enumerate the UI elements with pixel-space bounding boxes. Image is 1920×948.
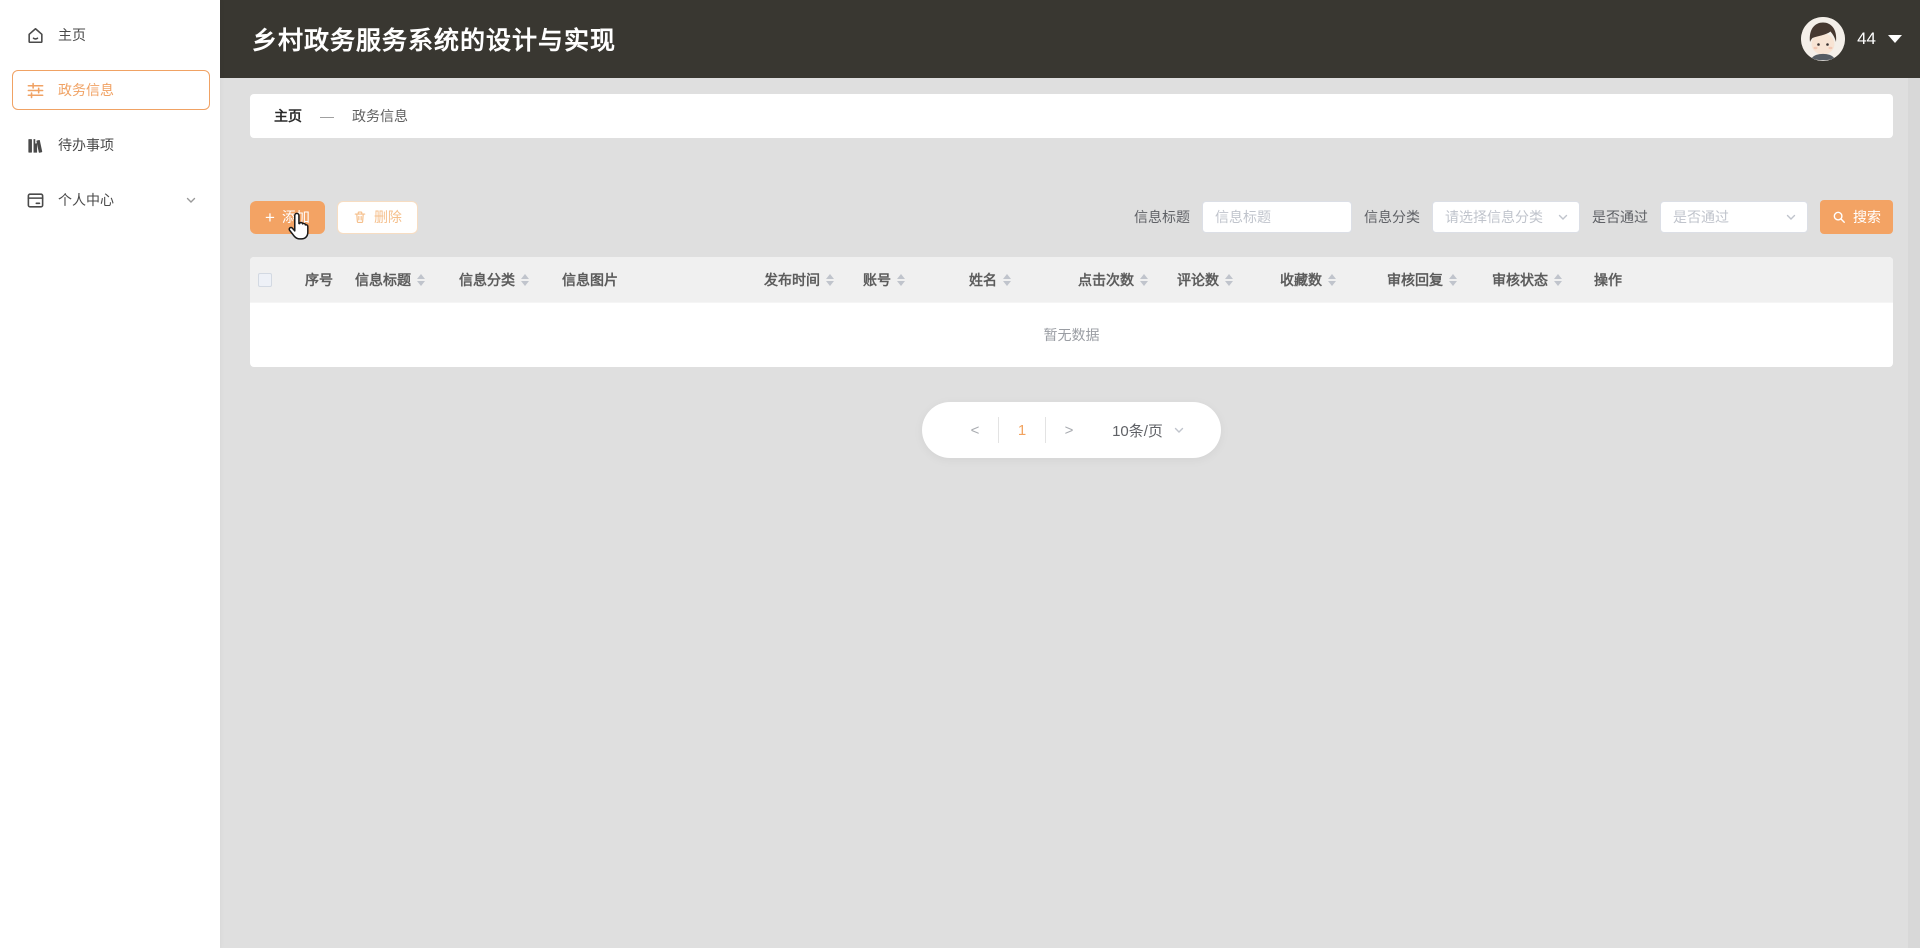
- sort-caret-icon[interactable]: [1225, 270, 1233, 290]
- prev-page-button[interactable]: <: [958, 422, 992, 439]
- title-filter-label: 信息标题: [1134, 209, 1190, 225]
- column-header-8[interactable]: 点击次数: [1078, 270, 1177, 290]
- main-content: 主页 — 政务信息 + 添加 删除 信息标题 信息标题 信息分类 请选择信息分类…: [220, 78, 1920, 948]
- sidebar-item-label: 待办事项: [58, 137, 114, 153]
- chevron-down-icon: [1558, 214, 1568, 220]
- column-label: 评论数: [1177, 271, 1219, 288]
- column-label: 发布时间: [764, 271, 820, 288]
- scrollbar-track[interactable]: [1908, 78, 1920, 948]
- app-header: 乡村政务服务系统的设计与实现 44: [220, 0, 1920, 78]
- column-header-4: 信息图片: [562, 270, 764, 290]
- column-label: 信息分类: [459, 271, 515, 288]
- sort-caret-icon[interactable]: [417, 270, 425, 290]
- sort-caret-icon[interactable]: [521, 270, 529, 290]
- column-header-10[interactable]: 收藏数: [1280, 270, 1387, 290]
- breadcrumb: 主页 — 政务信息: [250, 94, 1893, 138]
- pass-filter-label: 是否通过: [1592, 209, 1648, 225]
- avatar[interactable]: [1801, 17, 1846, 61]
- sliders-icon: [25, 80, 45, 100]
- column-header-11[interactable]: 审核回复: [1387, 270, 1492, 290]
- plus-icon: +: [265, 207, 275, 227]
- sidebar: 主页 政务信息 待办事项 个人中心: [0, 0, 220, 948]
- empty-state: 暂无数据: [250, 302, 1893, 367]
- category-filter-select[interactable]: 请选择信息分类: [1432, 201, 1580, 233]
- delete-button[interactable]: 删除: [336, 200, 418, 234]
- select-all-cell: [250, 272, 305, 287]
- chevron-down-icon: [1174, 427, 1184, 433]
- username: 44: [1857, 29, 1876, 48]
- column-label: 收藏数: [1280, 271, 1322, 288]
- breadcrumb-home[interactable]: 主页: [274, 106, 302, 126]
- search-button[interactable]: 搜索: [1820, 200, 1893, 234]
- chevron-down-icon: [185, 194, 197, 206]
- column-header-7[interactable]: 姓名: [969, 270, 1078, 290]
- breadcrumb-separator: —: [320, 108, 334, 124]
- sidebar-item-label: 个人中心: [58, 192, 114, 208]
- category-filter-label: 信息分类: [1364, 209, 1420, 225]
- column-header-3[interactable]: 信息分类: [459, 270, 562, 290]
- book-icon: [25, 135, 45, 155]
- column-header-1: 序号: [305, 270, 355, 290]
- column-label: 审核状态: [1492, 271, 1548, 288]
- user-menu[interactable]: 44: [1801, 17, 1902, 61]
- column-header-12[interactable]: 审核状态: [1492, 270, 1594, 290]
- home-icon: [25, 25, 45, 45]
- pagination-pill: < 1 > 10条/页: [922, 402, 1221, 458]
- sort-caret-icon[interactable]: [1449, 270, 1457, 290]
- sidebar-item-home[interactable]: 主页: [12, 15, 210, 55]
- data-table: 序号 信息标题 信息分类 信息图片 发布时间 账号 姓名 点击次数 评论数 收藏数 审核回复 审核状态…: [250, 257, 1893, 367]
- column-label: 信息标题: [355, 271, 411, 288]
- column-header-2[interactable]: 信息标题: [355, 270, 459, 290]
- pagination-divider: [998, 417, 1000, 443]
- sort-caret-icon[interactable]: [897, 270, 905, 290]
- delete-button-label: 删除: [373, 209, 402, 225]
- column-header-5[interactable]: 发布时间: [764, 270, 863, 290]
- search-button-label: 搜索: [1853, 209, 1881, 225]
- column-header-9[interactable]: 评论数: [1177, 270, 1280, 290]
- sort-caret-icon[interactable]: [1140, 270, 1148, 290]
- column-label: 序号: [305, 271, 333, 288]
- pass-filter-select[interactable]: 是否通过: [1660, 201, 1808, 233]
- category-select-placeholder: 请选择信息分类: [1445, 209, 1543, 225]
- pagination-divider: [1045, 417, 1047, 443]
- search-icon: [1832, 210, 1846, 224]
- column-label: 操作: [1594, 271, 1622, 288]
- column-header-13: 操作: [1594, 270, 1893, 290]
- toolbar: + 添加 删除 信息标题 信息分类 请选择信息分类: [250, 200, 1893, 234]
- caret-down-icon: [1888, 35, 1902, 43]
- sort-caret-icon[interactable]: [1554, 270, 1562, 290]
- sidebar-item-profile[interactable]: 个人中心: [12, 180, 210, 220]
- column-label: 信息图片: [562, 271, 618, 288]
- next-page-button[interactable]: >: [1052, 422, 1086, 439]
- sidebar-item-todo[interactable]: 待办事项: [12, 125, 210, 165]
- title-filter-input[interactable]: [1202, 201, 1352, 233]
- sidebar-item-gov-info[interactable]: 政务信息: [12, 70, 210, 110]
- add-button-label: 添加: [281, 209, 310, 225]
- page-size-value: 10条/页: [1112, 422, 1163, 440]
- add-button[interactable]: + 添加: [250, 200, 325, 234]
- column-header-6[interactable]: 账号: [863, 270, 969, 290]
- column-label: 账号: [863, 271, 891, 288]
- page-size-select[interactable]: 10条/页: [1112, 420, 1185, 441]
- page-number-1[interactable]: 1: [1005, 422, 1039, 439]
- select-all-checkbox[interactable]: [258, 272, 272, 287]
- wallet-icon: [25, 190, 45, 210]
- sort-caret-icon[interactable]: [1328, 270, 1336, 290]
- column-label: 点击次数: [1078, 271, 1134, 288]
- breadcrumb-current: 政务信息: [352, 108, 408, 124]
- page-title: 乡村政务服务系统的设计与实现: [252, 27, 617, 55]
- pagination: < 1 > 10条/页: [250, 402, 1893, 458]
- sidebar-item-label: 政务信息: [58, 82, 114, 98]
- sidebar-item-label: 主页: [58, 27, 86, 43]
- table-header-row: 序号 信息标题 信息分类 信息图片 发布时间 账号 姓名 点击次数 评论数 收藏数 审核回复 审核状态…: [250, 257, 1893, 302]
- column-label: 审核回复: [1387, 271, 1443, 288]
- chevron-down-icon: [1786, 214, 1796, 220]
- trash-icon: [353, 210, 367, 224]
- column-label: 姓名: [969, 271, 997, 288]
- sort-caret-icon[interactable]: [1003, 270, 1011, 290]
- sort-caret-icon[interactable]: [826, 270, 834, 290]
- pass-select-placeholder: 是否通过: [1673, 209, 1729, 225]
